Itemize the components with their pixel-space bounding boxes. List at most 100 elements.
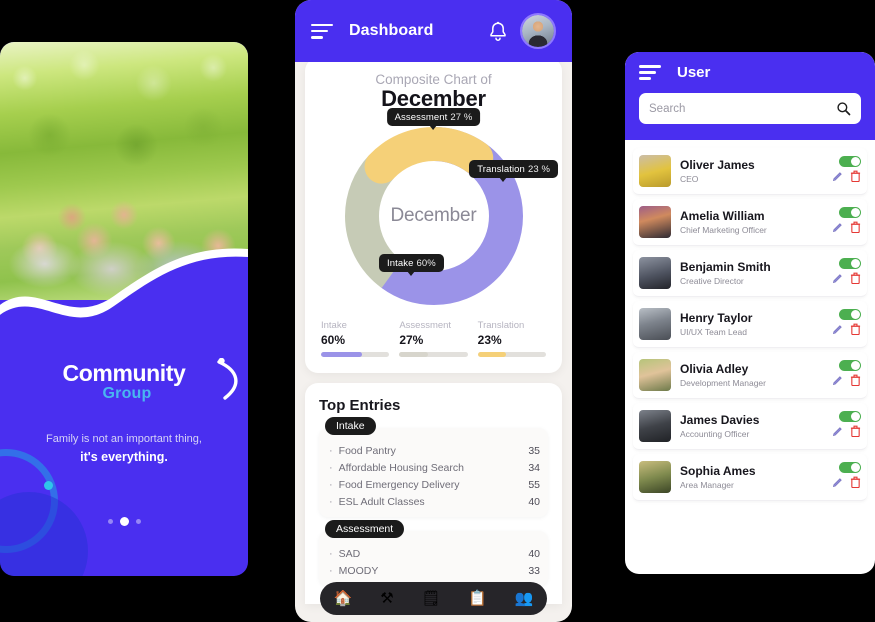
header-actions xyxy=(489,13,556,49)
list-item[interactable]: · MOODY 33 xyxy=(329,562,540,579)
pencil-icon[interactable] xyxy=(832,221,843,237)
trash-icon[interactable] xyxy=(850,221,861,237)
user-role: UI/UX Team Lead xyxy=(680,327,747,337)
stat-assessment-label: Assessment xyxy=(399,320,452,331)
list-item[interactable]: · Affordable Housing Search 34 xyxy=(329,459,540,476)
splash-body: Community Group Family is not an importa… xyxy=(0,297,248,576)
callout-intake: Intake 60% xyxy=(379,254,444,276)
status-toggle[interactable] xyxy=(839,156,861,167)
table-row[interactable]: Oliver James CEO xyxy=(633,148,867,195)
status-toggle[interactable] xyxy=(839,207,861,218)
table-row[interactable]: James Davies Accounting Officer xyxy=(633,403,867,450)
list-item[interactable]: · ESL Adult Classes 40 xyxy=(329,493,540,510)
bullet-icon: · xyxy=(329,564,333,577)
user-role: Creative Director xyxy=(680,276,744,286)
status-toggle[interactable] xyxy=(839,360,861,371)
user-name: Oliver James xyxy=(680,158,755,172)
user-list-screen: User Oliver James CEO xyxy=(625,52,875,574)
trash-icon[interactable] xyxy=(850,425,861,441)
status-toggle[interactable] xyxy=(839,309,861,320)
trash-icon[interactable] xyxy=(850,272,861,288)
pencil-icon[interactable] xyxy=(832,374,843,390)
table-row[interactable]: Henry Taylor UI/UX Team Lead xyxy=(633,301,867,348)
user-info: Sophia Ames Area Manager xyxy=(680,464,823,490)
swoosh-icon xyxy=(216,358,238,400)
stat-translation: Translation 23% xyxy=(477,320,546,357)
stat-intake-value: 60% xyxy=(321,333,346,347)
hamburger-icon[interactable] xyxy=(311,23,333,39)
callout-translation: Translation 23 % xyxy=(469,160,558,182)
pencil-icon[interactable] xyxy=(832,323,843,339)
avatar[interactable] xyxy=(520,13,556,49)
search-box[interactable] xyxy=(639,93,861,124)
page-title: Dashboard xyxy=(349,22,434,39)
report-icon[interactable]: 📋 xyxy=(468,591,487,606)
user-role: CEO xyxy=(680,174,699,184)
stat-translation-value: 23% xyxy=(477,333,502,347)
dashboard-header: Dashboard xyxy=(295,0,572,62)
trash-icon[interactable] xyxy=(850,323,861,339)
trash-icon[interactable] xyxy=(850,170,861,186)
dashboard-screen: Dashboard Composite Chart of December De… xyxy=(295,0,572,622)
composite-chart-card: Composite Chart of December December Ass… xyxy=(305,58,562,373)
pencil-icon[interactable] xyxy=(832,272,843,288)
list-item[interactable]: · Food Pantry 35 xyxy=(329,442,540,459)
entry-label: Food Pantry xyxy=(338,444,396,457)
user-role: Development Manager xyxy=(680,378,766,388)
pencil-icon[interactable] xyxy=(832,476,843,492)
pager-dot[interactable] xyxy=(107,519,113,524)
notes-icon[interactable]: 🗒 xyxy=(421,591,440,606)
list-item[interactable]: · SAD 40 xyxy=(329,545,540,562)
top-entries-title: Top Entries xyxy=(319,397,401,414)
user-info: Amelia William Chief Marketing Officer xyxy=(680,209,823,235)
stat-translation-bar xyxy=(477,352,546,357)
bullet-icon: · xyxy=(329,478,333,491)
row-icon-group xyxy=(832,170,861,186)
avatar xyxy=(639,461,671,493)
stat-assessment-value: 27% xyxy=(399,333,424,347)
people-icon[interactable]: 👥 xyxy=(514,591,533,606)
callout-intake-label: Intake xyxy=(387,257,414,269)
user-info: Henry Taylor UI/UX Team Lead xyxy=(680,311,823,337)
tagline: Family is not an important thing, it's e… xyxy=(0,431,248,466)
decor-dot xyxy=(44,481,53,490)
status-toggle[interactable] xyxy=(839,258,861,269)
stat-intake-label: Intake xyxy=(321,320,347,331)
decor-blob xyxy=(0,492,88,576)
logo-secondary-text: Group xyxy=(102,385,152,402)
tagline-line-1: Family is not an important thing, xyxy=(46,433,202,445)
list-item[interactable]: · Food Emergency Delivery 55 xyxy=(329,476,540,493)
status-toggle[interactable] xyxy=(839,411,861,422)
avatar xyxy=(639,308,671,340)
search-icon[interactable] xyxy=(836,101,851,116)
user-name: Henry Taylor xyxy=(680,311,753,325)
tagline-line-2: it's everything. xyxy=(80,449,168,464)
pager-dot[interactable] xyxy=(135,519,141,524)
user-role: Area Manager xyxy=(680,480,734,490)
bullet-icon: · xyxy=(329,495,333,508)
table-row[interactable]: Sophia Ames Area Manager xyxy=(633,454,867,501)
table-row[interactable]: Benjamin Smith Creative Director xyxy=(633,250,867,297)
row-actions xyxy=(832,411,861,441)
pencil-icon[interactable] xyxy=(832,170,843,186)
bottom-tab-bar[interactable]: 🏠 ⚒ 🗒 📋 👥 xyxy=(320,582,547,615)
row-actions xyxy=(832,207,861,237)
pencil-icon[interactable] xyxy=(832,425,843,441)
home-icon[interactable]: 🏠 xyxy=(334,591,353,606)
hamburger-icon[interactable] xyxy=(639,65,661,80)
entry-group-box: · Food Pantry 35 · Affordable Housing Se… xyxy=(319,428,548,517)
table-row[interactable]: Amelia William Chief Marketing Officer xyxy=(633,199,867,246)
trash-icon[interactable] xyxy=(850,374,861,390)
search-input[interactable] xyxy=(649,102,836,115)
pager-dot-active[interactable] xyxy=(119,517,129,526)
tools-icon[interactable]: ⚒ xyxy=(380,591,393,606)
brand-logo: Community Group xyxy=(0,358,248,403)
entry-value: 35 xyxy=(528,444,540,457)
table-row[interactable]: Olivia Adley Development Manager xyxy=(633,352,867,399)
pager-dots[interactable] xyxy=(0,517,248,526)
trash-icon[interactable] xyxy=(850,476,861,492)
entry-group-intake: Intake · Food Pantry 35 · Affordable Hou… xyxy=(319,417,548,517)
bell-icon[interactable] xyxy=(489,21,507,42)
status-toggle[interactable] xyxy=(839,462,861,473)
avatar xyxy=(639,155,671,187)
